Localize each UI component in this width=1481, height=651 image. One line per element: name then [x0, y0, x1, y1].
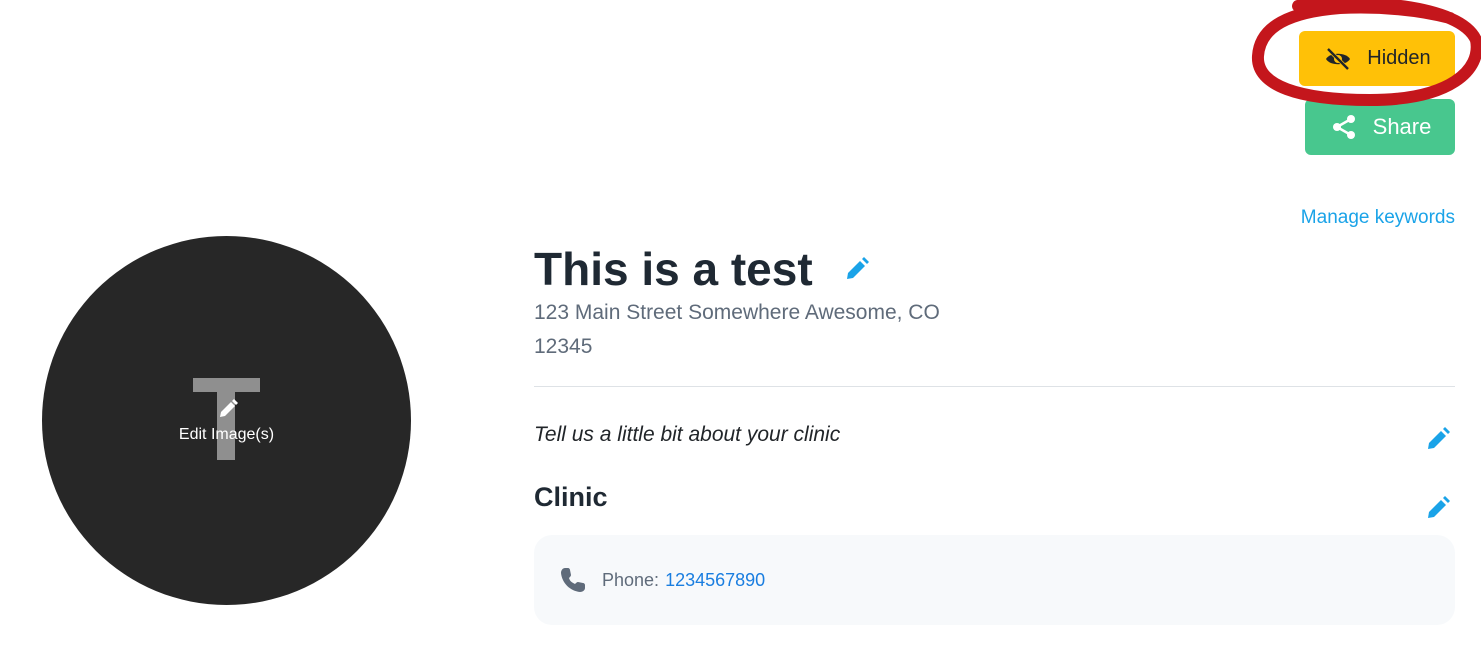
- address: 123 Main Street Somewhere Awesome, CO 12…: [534, 296, 994, 364]
- eye-slash-icon: [1323, 44, 1353, 74]
- edit-clinic-pencil-icon[interactable]: [1424, 494, 1452, 522]
- hidden-button-label: Hidden: [1367, 47, 1431, 69]
- divider: [534, 386, 1455, 387]
- address-line-2: 12345: [534, 335, 593, 358]
- share-icon: [1329, 112, 1359, 142]
- page-title: This is a test: [534, 243, 813, 295]
- share-button[interactable]: Share: [1305, 99, 1455, 155]
- phone-label: Phone:: [602, 569, 660, 590]
- edit-images-label[interactable]: Edit Image(s): [0, 426, 453, 444]
- title-row: This is a test: [534, 240, 871, 298]
- pencil-icon: [217, 398, 239, 420]
- phone-icon: [558, 565, 588, 595]
- phone-number-link[interactable]: 1234567890: [665, 570, 765, 591]
- clinic-section-heading: Clinic: [534, 482, 608, 512]
- edit-title-pencil-icon[interactable]: [843, 255, 871, 283]
- edit-about-pencil-icon[interactable]: [1424, 425, 1452, 453]
- avatar[interactable]: [42, 236, 411, 605]
- manage-keywords-link[interactable]: Manage keywords: [1301, 207, 1455, 229]
- share-button-label: Share: [1372, 114, 1432, 139]
- address-line-1: 123 Main Street Somewhere Awesome, CO: [534, 301, 940, 324]
- contact-card: Phone: 1234567890: [534, 535, 1455, 625]
- hidden-toggle-button[interactable]: Hidden: [1299, 31, 1455, 86]
- avatar-initial: [42, 236, 411, 605]
- about-placeholder: Tell us a little bit about your clinic: [534, 423, 841, 446]
